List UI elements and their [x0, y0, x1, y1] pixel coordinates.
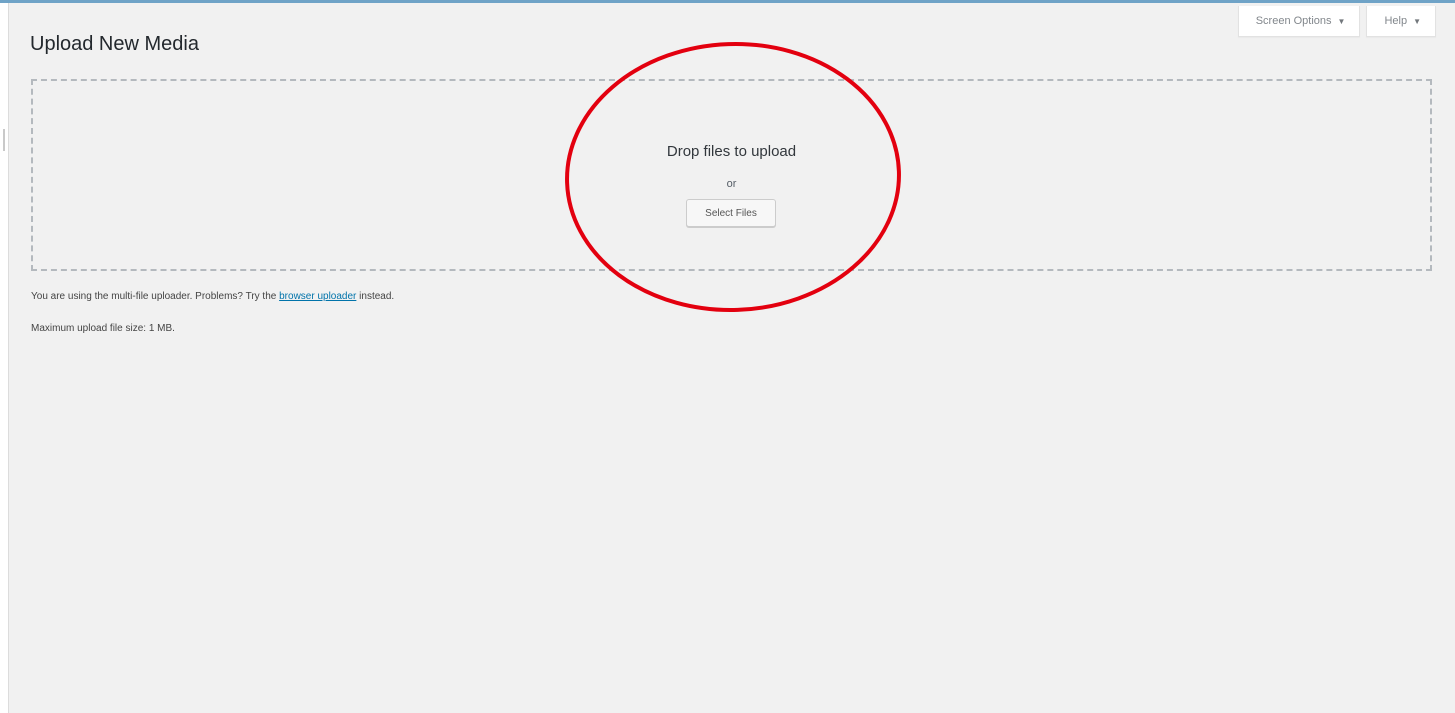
drop-or-text: or	[726, 178, 737, 190]
admin-top-edge	[0, 0, 1455, 3]
uploader-info-suffix: instead.	[359, 291, 395, 302]
help-button[interactable]: Help ▼	[1366, 6, 1436, 37]
browser-uploader-link[interactable]: browser uploader	[279, 291, 356, 302]
screen-options-label: Screen Options	[1255, 15, 1332, 27]
max-upload-size: Maximum upload file size: 1 MB.	[31, 323, 175, 334]
screen-options-button[interactable]: Screen Options ▼	[1237, 6, 1361, 37]
screen-meta-links: Screen Options ▼ Help ▼	[1237, 6, 1436, 37]
uploader-info: You are using the multi-file uploader. P…	[31, 291, 394, 302]
collapse-handle	[3, 129, 5, 151]
admin-menu-edge	[0, 3, 9, 713]
help-label: Help	[1384, 15, 1408, 27]
select-files-button[interactable]: Select Files	[686, 199, 776, 227]
drop-instructions: Drop files to upload	[666, 143, 797, 160]
drop-zone[interactable]: Drop files to upload or Select Files	[31, 79, 1432, 271]
caret-down-icon: ▼	[1337, 16, 1346, 26]
uploader-info-prefix: You are using the multi-file uploader. P…	[31, 291, 277, 302]
page-title: Upload New Media	[30, 33, 199, 55]
caret-down-icon: ▼	[1413, 16, 1421, 26]
